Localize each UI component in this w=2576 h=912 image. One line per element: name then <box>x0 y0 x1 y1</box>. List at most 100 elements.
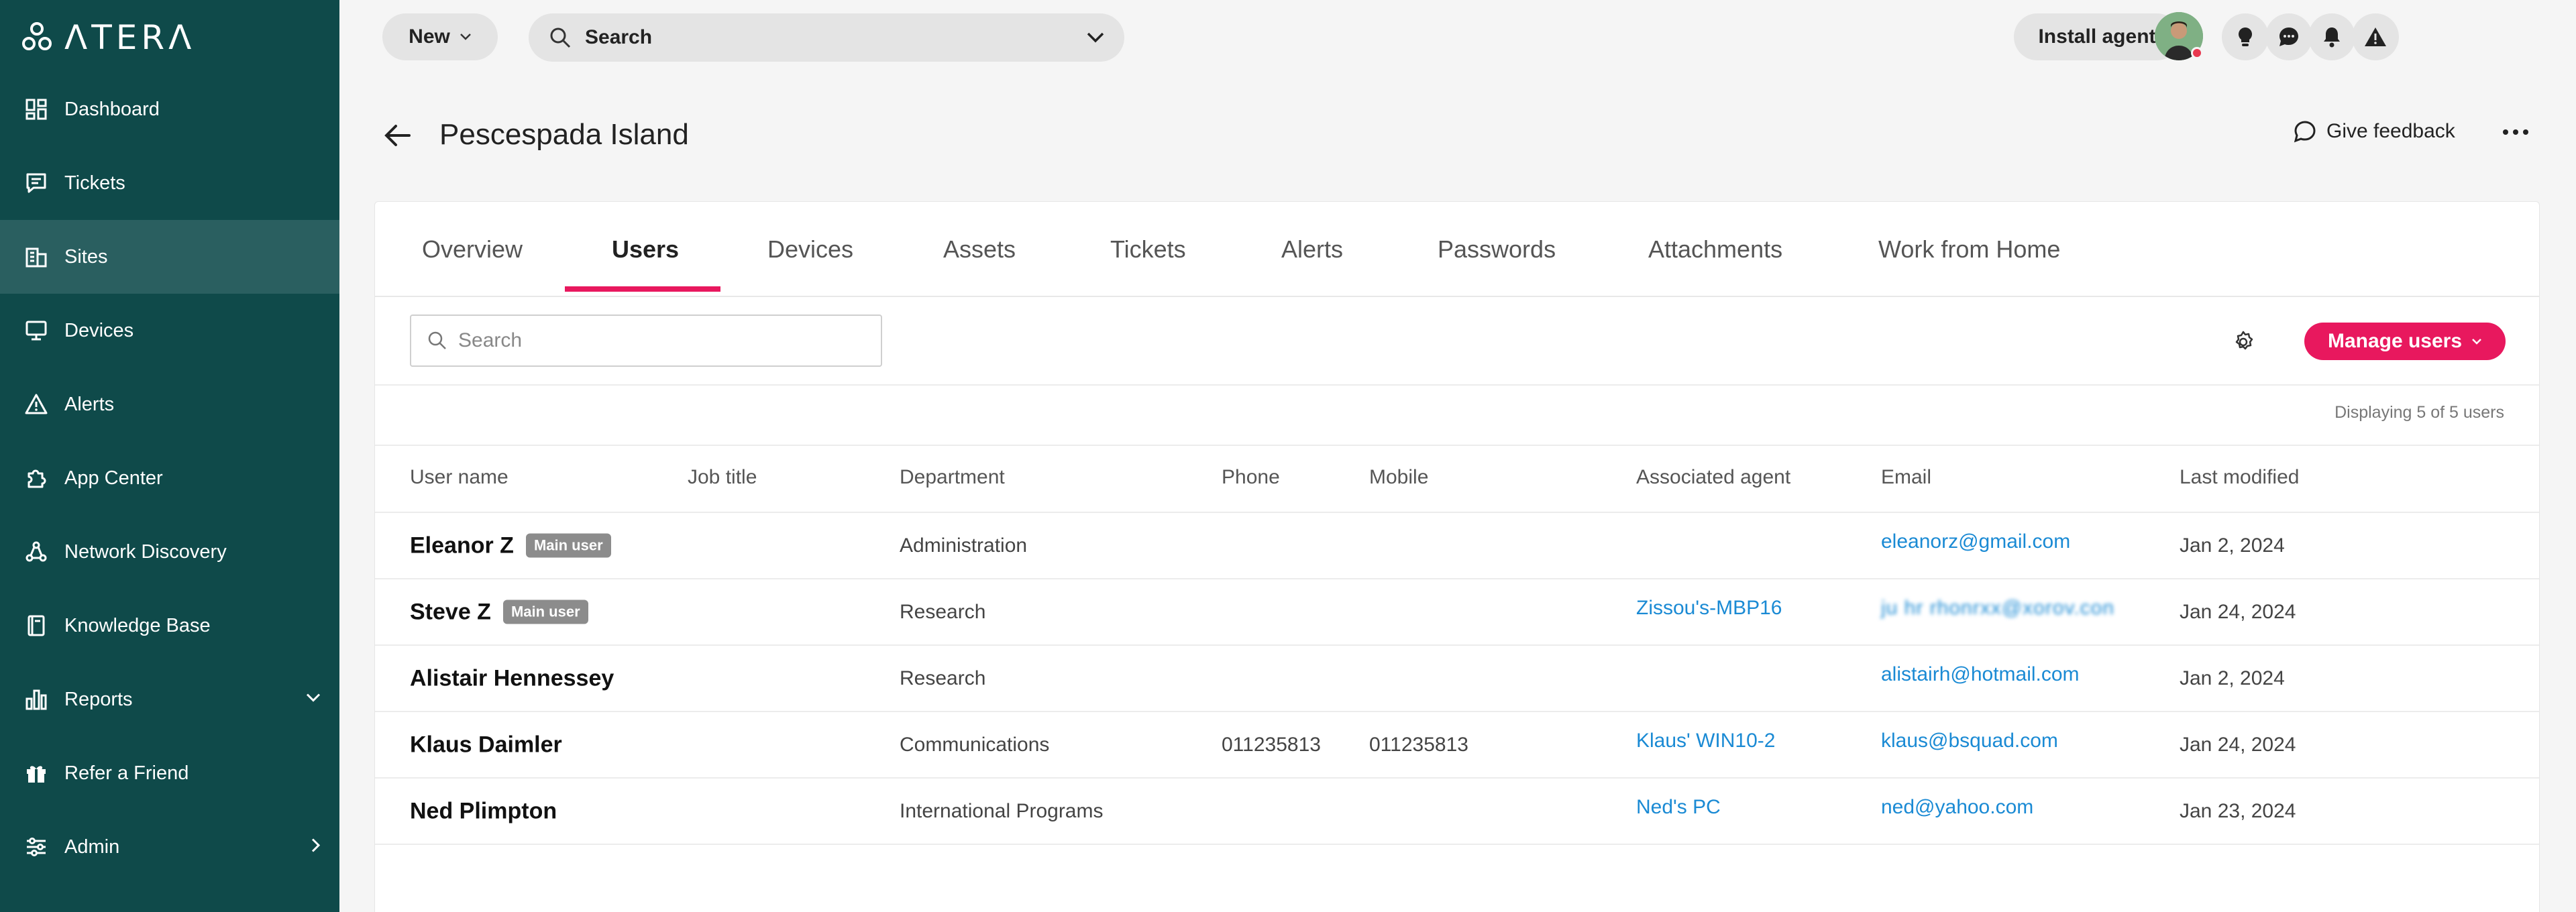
feedback-chat-icon <box>2294 121 2316 143</box>
tab-alerts[interactable]: Alerts <box>1281 202 1343 297</box>
logo-text: ΛTERΛ <box>64 18 196 57</box>
email-link[interactable]: eleanorz@gmail.com <box>1881 530 2070 553</box>
table-row[interactable]: Eleanor Z Main user Administration elean… <box>375 513 2539 579</box>
last-modified-cell: Jan 2, 2024 <box>2180 667 2285 689</box>
table-row[interactable]: Ned Plimpton International Programs Ned'… <box>375 779 2539 845</box>
divider <box>375 384 2539 386</box>
manage-users-button[interactable]: Manage users <box>2304 323 2506 360</box>
book-icon <box>24 614 48 638</box>
puzzle-icon <box>24 466 48 490</box>
sidebar-item-alerts[interactable]: Alerts <box>0 367 339 441</box>
tab-assets[interactable]: Assets <box>943 202 1016 297</box>
table-row[interactable]: Steve Z Main user Research Zissou's-MBP1… <box>375 579 2539 646</box>
site-details-card: Overview Users Devices Assets Tickets Al… <box>374 201 2540 912</box>
department-cell: Research <box>900 667 986 689</box>
email-link[interactable]: klaus@bsquad.com <box>1881 730 2058 752</box>
column-header-mobile[interactable]: Mobile <box>1369 466 1428 489</box>
global-search[interactable]: Search <box>529 13 1124 62</box>
warning-icon[interactable] <box>2352 13 2399 60</box>
status-dot <box>2191 47 2203 59</box>
sidebar-item-app-center[interactable]: App Center <box>0 441 339 515</box>
back-button[interactable] <box>381 121 415 150</box>
sidebar-item-sites[interactable]: Sites <box>0 220 339 294</box>
chevron-down-icon <box>460 34 471 40</box>
tab-attachments[interactable]: Attachments <box>1648 202 1782 297</box>
bell-icon[interactable] <box>2308 13 2355 60</box>
department-cell: International Programs <box>900 799 1104 822</box>
user-name-cell[interactable]: Alistair Hennessey <box>410 665 614 691</box>
associated-agent-link[interactable]: Ned's PC <box>1636 796 1721 819</box>
column-header-email[interactable]: Email <box>1881 466 1931 489</box>
column-header-phone[interactable]: Phone <box>1222 466 1280 489</box>
column-header-user-name[interactable]: User name <box>410 466 508 489</box>
lightbulb-icon[interactable] <box>2222 13 2269 60</box>
chevron-down-icon[interactable] <box>306 693 321 706</box>
column-header-department[interactable]: Department <box>900 466 1005 489</box>
page-title: Pescespada Island <box>439 118 689 151</box>
sidebar-item-admin[interactable]: Admin <box>0 810 339 884</box>
sidebar-item-refer-a-friend[interactable]: Refer a Friend <box>0 736 339 810</box>
chevron-right-icon[interactable] <box>311 838 321 856</box>
sidebar-item-tickets[interactable]: Tickets <box>0 146 339 220</box>
tab-users[interactable]: Users <box>612 202 679 297</box>
column-header-last-modified[interactable]: Last modified <box>2180 466 2299 489</box>
bar-chart-icon <box>24 687 48 711</box>
sidebar-item-dashboard[interactable]: Dashboard <box>0 72 339 146</box>
sliders-icon <box>24 835 48 859</box>
top-bar: New Search Install agent <box>339 0 2576 74</box>
tab-work-from-home[interactable]: Work from Home <box>1878 202 2060 297</box>
site-tabs: Overview Users Devices Assets Tickets Al… <box>375 202 2539 297</box>
sidebar-item-reports[interactable]: Reports <box>0 663 339 736</box>
table-row[interactable]: Alistair Hennessey Research alistairh@ho… <box>375 646 2539 712</box>
tab-passwords[interactable]: Passwords <box>1438 202 1556 297</box>
divider <box>375 445 2539 446</box>
sidebar-nav: Dashboard Tickets Sites Devices Alerts A… <box>0 72 339 884</box>
main-user-badge: Main user <box>525 533 611 558</box>
chevron-down-icon[interactable] <box>1087 32 1104 43</box>
column-header-associated-agent[interactable]: Associated agent <box>1636 466 1790 489</box>
display-count: Displaying 5 of 5 users <box>2334 403 2504 422</box>
arrow-left-icon <box>384 125 411 146</box>
email-link-redacted[interactable]: ju hr rhonrxx@xorov.con <box>1881 597 2114 620</box>
users-search-placeholder: Search <box>458 329 523 351</box>
tab-devices[interactable]: Devices <box>767 202 853 297</box>
user-name-cell[interactable]: Steve Z Main user <box>410 599 588 625</box>
sidebar-item-label: Refer a Friend <box>64 762 189 784</box>
give-feedback-button[interactable]: Give feedback <box>2293 119 2455 144</box>
user-name-cell[interactable]: Klaus Daimler <box>410 732 562 758</box>
ticket-icon <box>24 171 48 195</box>
chat-icon[interactable] <box>2265 13 2312 60</box>
new-button[interactable]: New <box>382 13 498 60</box>
dashboard-icon <box>24 97 48 121</box>
associated-agent-link[interactable]: Zissou's-MBP16 <box>1636 597 1782 620</box>
email-link[interactable]: ned@yahoo.com <box>1881 796 2033 819</box>
column-settings-button[interactable] <box>2228 327 2259 357</box>
gear-icon <box>2235 331 2253 350</box>
sidebar-item-network-discovery[interactable]: Network Discovery <box>0 515 339 589</box>
sidebar-item-label: Alerts <box>64 393 115 415</box>
department-cell: Communications <box>900 733 1050 756</box>
sidebar-item-label: Dashboard <box>64 98 160 120</box>
last-modified-cell: Jan 23, 2024 <box>2180 799 2296 822</box>
global-search-label: Search <box>585 26 653 48</box>
table-row[interactable]: Klaus Daimler Communications 011235813 0… <box>375 712 2539 779</box>
user-name-cell[interactable]: Ned Plimpton <box>410 798 557 824</box>
atera-logo[interactable]: ΛTERΛ <box>21 18 196 57</box>
manage-users-label: Manage users <box>2327 330 2463 352</box>
last-modified-cell: Jan 2, 2024 <box>2180 534 2285 557</box>
user-name: Ned Plimpton <box>410 798 557 823</box>
user-name-cell[interactable]: Eleanor Z Main user <box>410 532 611 559</box>
tab-tickets[interactable]: Tickets <box>1110 202 1186 297</box>
give-feedback-label: Give feedback <box>2326 120 2455 142</box>
associated-agent-link[interactable]: Klaus' WIN10-2 <box>1636 730 1775 752</box>
user-name: Alistair Hennessey <box>410 665 614 691</box>
column-header-job-title[interactable]: Job title <box>688 466 757 489</box>
sidebar-item-devices[interactable]: Devices <box>0 294 339 367</box>
more-options-button[interactable] <box>2497 117 2534 148</box>
department-cell: Research <box>900 600 986 623</box>
tab-overview[interactable]: Overview <box>422 202 523 297</box>
users-search-input[interactable]: Search <box>410 315 882 367</box>
email-link[interactable]: alistairh@hotmail.com <box>1881 663 2080 686</box>
sidebar-item-knowledge-base[interactable]: Knowledge Base <box>0 589 339 663</box>
department-cell: Administration <box>900 534 1028 557</box>
